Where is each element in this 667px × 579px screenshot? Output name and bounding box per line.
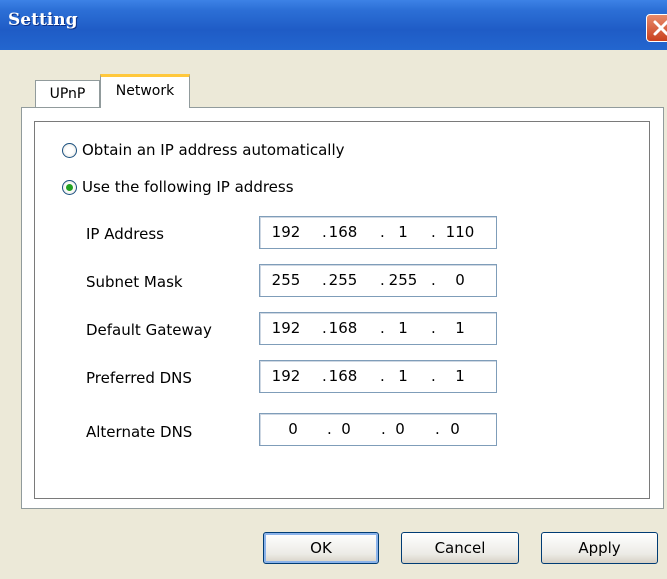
radio-obtain-automatically[interactable]: Obtain an IP address automatically xyxy=(62,139,345,161)
radio-use-following[interactable]: Use the following IP address xyxy=(62,176,294,198)
ok-button[interactable]: OK xyxy=(263,532,379,564)
octet-3: 1 xyxy=(398,367,408,385)
octet-3: 1 xyxy=(398,319,408,337)
default-gateway-field[interactable]: 192 . 168 . 1 . 1 xyxy=(259,312,497,345)
subnet-mask-label: Subnet Mask xyxy=(86,273,183,291)
octet-1: 255 xyxy=(271,271,301,289)
octet-1: 0 xyxy=(288,420,298,438)
close-icon xyxy=(653,20,667,36)
octet-3: 255 xyxy=(388,271,418,289)
close-button[interactable] xyxy=(646,14,667,42)
octet-4: 1 xyxy=(455,319,465,337)
ip-address-field[interactable]: 192 . 168 . 1 . 110 xyxy=(259,216,497,249)
subnet-mask-field[interactable]: 255 . 255 . 255 . 0 xyxy=(259,264,497,297)
octet-2: 0 xyxy=(341,420,351,438)
octet-2: 168 xyxy=(328,367,358,385)
title-bar[interactable]: Setting xyxy=(0,0,667,50)
octet-4: 0 xyxy=(455,271,465,289)
window-title: Setting xyxy=(8,10,78,30)
radio-label: Use the following IP address xyxy=(82,178,294,196)
tab-upnp[interactable]: UPnP xyxy=(35,80,100,107)
apply-button[interactable]: Apply xyxy=(541,532,658,564)
preferred-dns-label: Preferred DNS xyxy=(86,369,192,387)
radio-button-selected[interactable] xyxy=(62,179,77,195)
octet-1: 192 xyxy=(271,223,301,241)
alternate-dns-label: Alternate DNS xyxy=(86,423,193,441)
octet-separator: . xyxy=(431,223,436,241)
octet-1: 192 xyxy=(271,319,301,337)
octet-4: 0 xyxy=(450,420,460,438)
octet-3: 1 xyxy=(398,223,408,241)
octet-separator: . xyxy=(431,271,436,289)
octet-2: 168 xyxy=(328,319,358,337)
octet-4: 110 xyxy=(445,223,475,241)
octet-3: 0 xyxy=(395,420,405,438)
octet-separator: . xyxy=(431,367,436,385)
preferred-dns-field[interactable]: 192 . 168 . 1 . 1 xyxy=(259,360,497,393)
default-gateway-label: Default Gateway xyxy=(86,321,212,339)
radio-button[interactable] xyxy=(62,142,77,158)
alternate-dns-field[interactable]: 0 . 0 . 0 . 0 xyxy=(259,413,497,446)
radio-label: Obtain an IP address automatically xyxy=(82,141,345,159)
octet-separator: . xyxy=(431,319,436,337)
octet-1: 192 xyxy=(271,367,301,385)
octet-2: 255 xyxy=(328,271,358,289)
octet-4: 1 xyxy=(455,367,465,385)
ip-address-label: IP Address xyxy=(86,225,164,243)
tab-network[interactable]: Network xyxy=(100,74,190,108)
octet-2: 168 xyxy=(328,223,358,241)
cancel-button[interactable]: Cancel xyxy=(401,532,519,564)
